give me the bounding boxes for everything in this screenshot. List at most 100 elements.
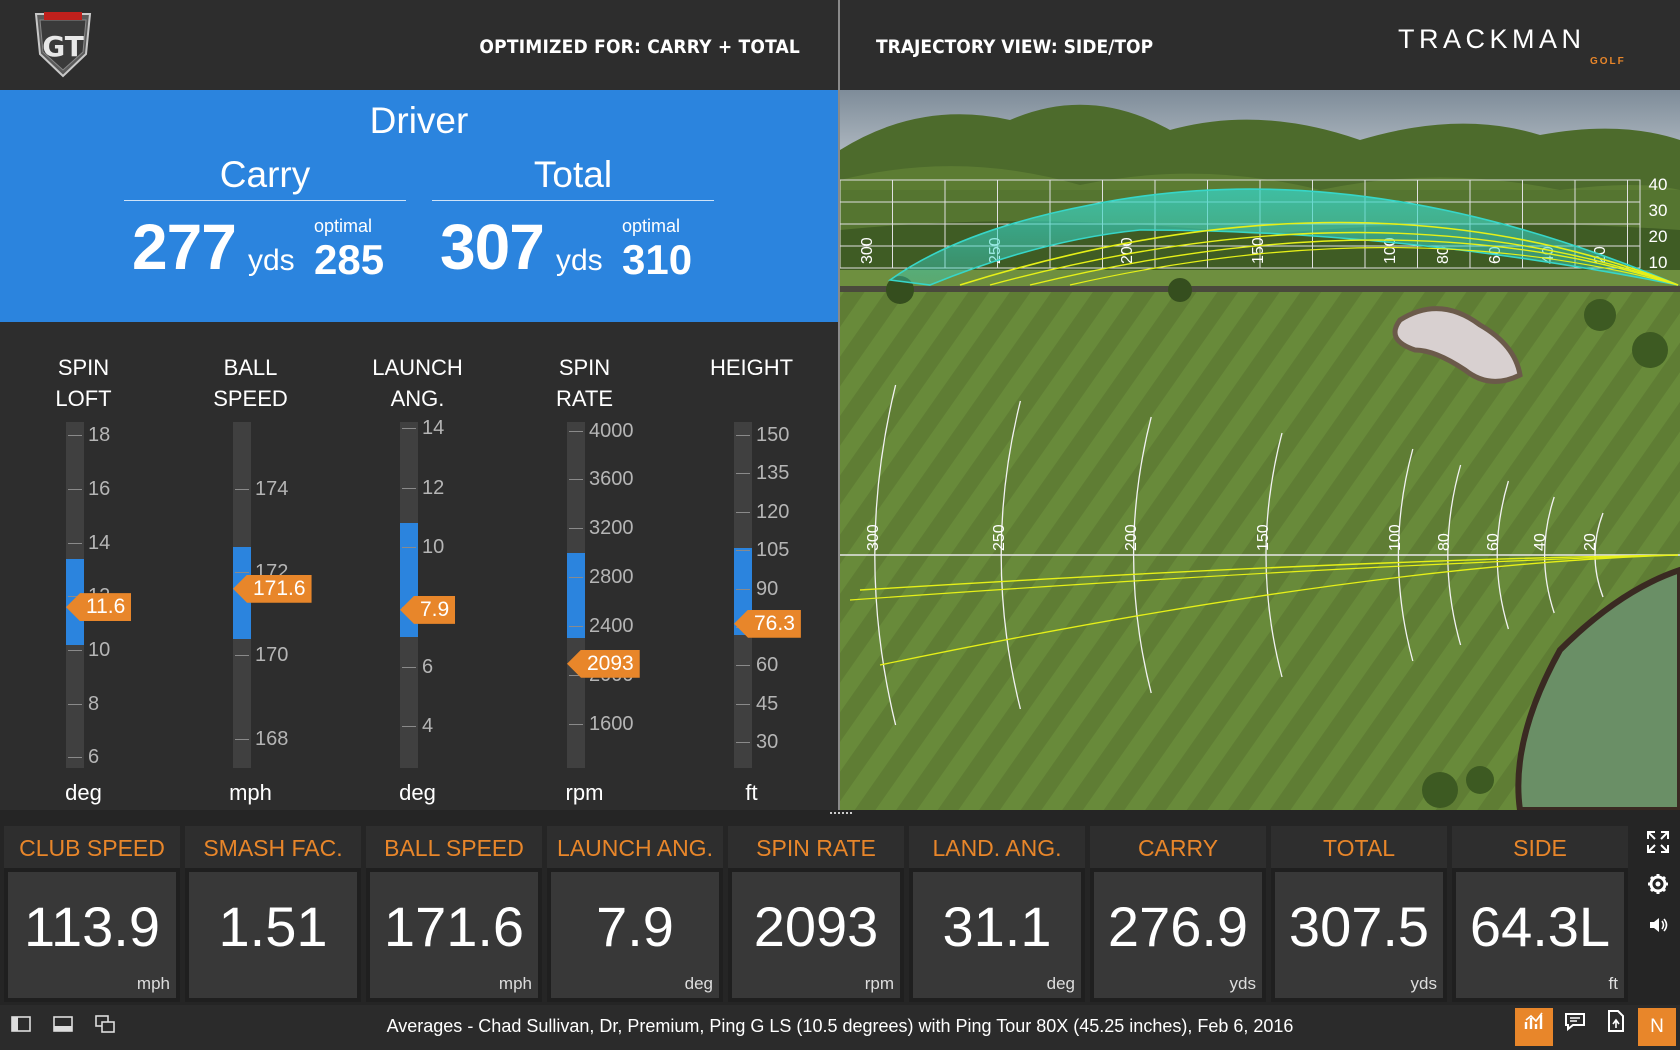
gauge-tick-label: 168 — [255, 727, 289, 750]
chart-button[interactable] — [1515, 1008, 1553, 1046]
stat-body: 2093 rpm — [732, 872, 900, 998]
chat-button[interactable] — [1556, 1008, 1594, 1046]
gauge-tick — [402, 547, 416, 549]
gauge-tick-label: 90 — [756, 577, 779, 600]
stat-body: 113.9 mph — [8, 872, 176, 998]
gauge-tick-label: 120 — [756, 500, 790, 523]
gauge-tick — [736, 550, 750, 552]
gauge-tick — [736, 665, 750, 667]
stat-label: BALL SPEED — [366, 826, 542, 868]
gauge-launch-angle: LAUNCHANG. deg 1412108647.9 — [334, 322, 501, 810]
gauge-tick — [569, 528, 583, 530]
stat-value: 276.9 — [1107, 895, 1249, 958]
gauge-tick — [736, 742, 750, 744]
stat-value: 113.9 — [24, 895, 160, 958]
gauge-track — [400, 422, 418, 768]
gauge-tick-label: 4000 — [589, 419, 634, 442]
gauge-tick — [68, 649, 82, 651]
top-distance-label: 250 — [991, 524, 1008, 551]
stat-unit: ft — [1608, 974, 1618, 993]
gauge-spin-rate: SPINRATE rpm 400036003200280024002000160… — [501, 322, 668, 810]
n-button[interactable]: N — [1638, 1008, 1676, 1046]
gauge-tick-label: 174 — [255, 477, 289, 500]
stat-launch-angle[interactable]: LAUNCH ANG. 7.9 deg — [547, 826, 723, 1002]
stat-total[interactable]: TOTAL 307.5 yds — [1271, 826, 1447, 1002]
gauge-tick-label: 45 — [756, 692, 779, 715]
gauge-spin-loft: SPINLOFT deg 18161412108611.6 — [0, 322, 167, 810]
chat-icon — [1565, 1013, 1585, 1032]
gauge-tick-label: 6 — [88, 746, 100, 769]
gauge-tick — [736, 588, 750, 590]
height-label: 20 — [1649, 227, 1668, 246]
gauge-tick — [569, 626, 583, 628]
club-name: Driver — [369, 100, 469, 141]
total-optimal-label: optimal — [622, 216, 681, 236]
gauge-track — [567, 422, 585, 768]
gauge-unit: mph — [229, 780, 272, 805]
top-distance-label: 300 — [865, 524, 882, 551]
trajectory-view[interactable]: 4030201030025020015010080604020 30025020… — [840, 90, 1680, 810]
gauge-tick-label: 30 — [756, 731, 779, 754]
gauge-title: SPIN LOFT — [55, 355, 112, 411]
svg-text:GT: GT — [42, 30, 84, 63]
gauge-tick — [235, 738, 249, 740]
gauge-tick-label: 135 — [756, 462, 790, 485]
gauge-tick — [235, 655, 249, 657]
carry-optimal-label: optimal — [314, 216, 373, 236]
total-summary: Total 307 yds optimal 310 — [432, 154, 714, 283]
gauge-tick — [569, 479, 583, 481]
session-info: Averages - Chad Sullivan, Dr, Premium, P… — [386, 1016, 1294, 1036]
stat-label: CLUB SPEED — [4, 826, 180, 868]
trackman-logo-sub: GOLF — [1590, 56, 1626, 67]
gauge-tick-label: 3200 — [589, 517, 634, 540]
side-distance-label: 300 — [859, 237, 876, 264]
carry-summary: Carry 277 yds optimal 285 — [124, 154, 406, 283]
stat-body: 1.51 — [189, 872, 357, 998]
stat-unit: mph — [136, 974, 170, 993]
stat-label: TOTAL — [1271, 826, 1447, 868]
stat-carry[interactable]: CARRY 276.9 yds — [1090, 826, 1266, 1002]
gauge-tick — [569, 430, 583, 432]
stat-side[interactable]: SIDE 64.3L ft — [1452, 826, 1628, 1002]
gauge-tick — [68, 489, 82, 491]
stat-landing-angle[interactable]: LAND. ANG. 31.1 deg — [909, 826, 1085, 1002]
fullscreen-icon[interactable] — [1646, 830, 1670, 856]
top-distance-label: 60 — [1485, 533, 1502, 551]
gauge-tick-label: 12 — [422, 476, 445, 499]
gauges-panel: SPINLOFT deg 18161412108611.6 BALLSPEED … — [0, 322, 838, 810]
document-button[interactable] — [1597, 1008, 1635, 1046]
gauge-tick — [402, 726, 416, 728]
stat-label: SMASH FAC. — [185, 826, 361, 868]
top-distance-label: 100 — [1387, 524, 1404, 551]
height-label: 40 — [1649, 175, 1668, 194]
optimized-for-label: OPTIMIZED FOR: CARRY + TOTAL — [479, 36, 800, 58]
gauge-unit: ft — [745, 780, 758, 805]
stat-ball-speed[interactable]: BALL SPEED 171.6 mph — [366, 826, 542, 1002]
stat-club-speed[interactable]: CLUB SPEED 113.9 mph — [4, 826, 180, 1002]
carry-value: 277 — [132, 211, 237, 283]
gauge-tick-label: 1600 — [589, 712, 634, 735]
carry-title: Carry — [219, 154, 311, 195]
carry-rule — [124, 200, 406, 201]
stat-spin-rate[interactable]: SPIN RATE 2093 rpm — [728, 826, 904, 1002]
total-rule — [432, 200, 714, 201]
resize-handle[interactable] — [830, 812, 852, 816]
speaker-icon[interactable] — [1646, 914, 1670, 940]
stat-smash-factor[interactable]: SMASH FAC. 1.51 — [185, 826, 361, 1002]
trajectory-view-label: TRAJECTORY VIEW: SIDE/TOP — [876, 36, 1154, 58]
stat-value: 7.9 — [596, 895, 674, 958]
stat-label: LAND. ANG. — [909, 826, 1085, 868]
gauge-tick-label: 4 — [422, 715, 434, 738]
gauge-value-marker: 171.6 — [233, 574, 312, 603]
gauge-tick — [68, 757, 82, 759]
gauge-tick — [402, 666, 416, 668]
total-title: Total — [533, 154, 613, 195]
gear-icon[interactable] — [1646, 873, 1670, 899]
top-distance-label: 200 — [1123, 524, 1140, 551]
top-distance-label: 80 — [1436, 533, 1453, 551]
gauge-tick — [235, 572, 249, 574]
gauge-tick-label: 60 — [756, 654, 779, 677]
gauge-unit: deg — [399, 780, 436, 805]
gauge-tick — [736, 473, 750, 475]
stat-value: 31.1 — [942, 895, 1052, 958]
